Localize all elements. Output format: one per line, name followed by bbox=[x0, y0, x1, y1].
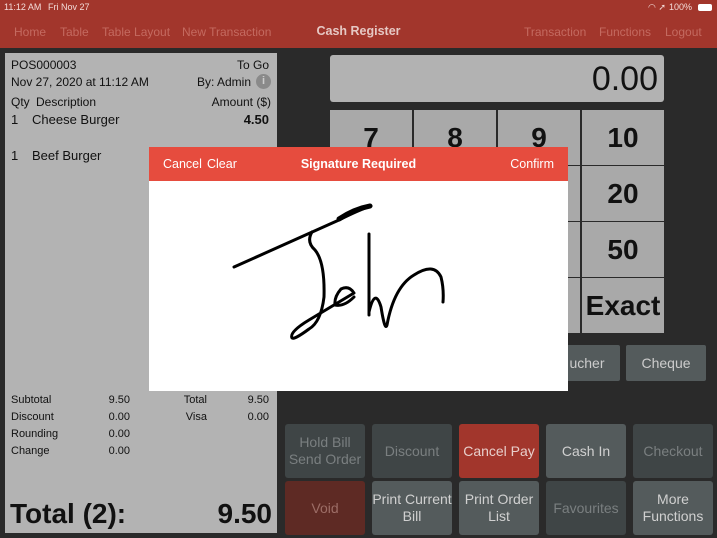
wifi-icon: ◠ ➚ bbox=[648, 2, 666, 12]
nav-new-transaction[interactable]: New Transaction bbox=[182, 25, 271, 39]
favourites-button[interactable]: Favourites bbox=[546, 481, 626, 535]
battery-icon bbox=[698, 4, 712, 11]
col-qty: Qty bbox=[11, 95, 30, 109]
item-qty: 1 bbox=[11, 148, 19, 163]
top-bar: 11:12 AM Fri Nov 27 ◠ ➚ 100% Home Table … bbox=[0, 0, 717, 48]
clear-button[interactable]: Clear bbox=[207, 157, 237, 171]
info-icon[interactable]: i bbox=[256, 74, 271, 89]
signature-pad[interactable] bbox=[149, 181, 568, 391]
status-time: 11:12 AM bbox=[4, 2, 42, 12]
void-button[interactable]: Void bbox=[285, 481, 365, 535]
change-value: 0.00 bbox=[108, 445, 130, 457]
col-description: Description bbox=[36, 95, 97, 109]
status-date: Fri Nov 27 bbox=[48, 2, 90, 12]
discount-value: 0.00 bbox=[108, 411, 130, 423]
print-order-list-button[interactable]: Print Order List bbox=[459, 481, 539, 535]
key-exact[interactable]: Exact bbox=[582, 278, 664, 333]
print-current-bill-button[interactable]: Print Current Bill bbox=[372, 481, 452, 535]
grand-total-label: Total (2): bbox=[10, 498, 127, 529]
item-amount: 4.50 bbox=[243, 112, 269, 127]
checkout-button[interactable]: Checkout bbox=[633, 424, 713, 478]
nav-transaction[interactable]: Transaction bbox=[524, 25, 586, 39]
col-amount: Amount ($) bbox=[211, 95, 271, 109]
confirm-button[interactable]: Confirm bbox=[510, 157, 554, 171]
item-desc[interactable]: Beef Burger bbox=[32, 148, 101, 163]
discount-label: Discount bbox=[11, 411, 54, 423]
nav-home[interactable]: Home bbox=[14, 25, 46, 39]
cheque-button[interactable]: Cheque bbox=[626, 345, 706, 381]
rounding-label: Rounding bbox=[11, 428, 59, 440]
battery-label: 100% bbox=[669, 2, 693, 12]
subtotal-label: Subtotal bbox=[11, 394, 52, 406]
item-desc[interactable]: Cheese Burger bbox=[32, 112, 119, 127]
modal-header: Cancel Clear Signature Required Confirm bbox=[149, 147, 568, 181]
discount-button[interactable]: Discount bbox=[372, 424, 452, 478]
hold-bill-button[interactable]: Hold Bill Send Order bbox=[285, 424, 365, 478]
key-20[interactable]: 20 bbox=[582, 166, 664, 221]
visa-value: 0.00 bbox=[247, 411, 269, 423]
signature-stroke bbox=[232, 203, 445, 340]
cash-in-button[interactable]: Cash In bbox=[546, 424, 626, 478]
subtotal-value: 9.50 bbox=[108, 394, 130, 406]
receipt-number: POS000003 bbox=[11, 58, 77, 72]
change-label: Change bbox=[11, 445, 50, 457]
order-type: To Go bbox=[236, 58, 269, 72]
cancel-pay-button[interactable]: Cancel Pay bbox=[459, 424, 539, 478]
grand-total-value: 9.50 bbox=[217, 498, 273, 529]
nav-table-layout[interactable]: Table Layout bbox=[102, 25, 170, 39]
receipt-by: By: Admin bbox=[196, 75, 251, 89]
key-50[interactable]: 50 bbox=[582, 222, 664, 277]
visa-label: Visa bbox=[185, 411, 207, 423]
key-10[interactable]: 10 bbox=[582, 110, 664, 165]
item-qty: 1 bbox=[11, 112, 19, 127]
cancel-button[interactable]: Cancel bbox=[163, 157, 202, 171]
amount-display: 0.00 bbox=[330, 55, 664, 102]
receipt-datetime: Nov 27, 2020 at 11:12 AM bbox=[11, 75, 149, 89]
nav-logout[interactable]: Logout bbox=[665, 25, 702, 39]
nav-functions[interactable]: Functions bbox=[599, 25, 651, 39]
nav-table[interactable]: Table bbox=[60, 25, 89, 39]
signature-modal: Cancel Clear Signature Required Confirm bbox=[149, 147, 568, 391]
more-functions-button[interactable]: More Functions bbox=[633, 481, 713, 535]
rounding-value: 0.00 bbox=[108, 428, 130, 440]
